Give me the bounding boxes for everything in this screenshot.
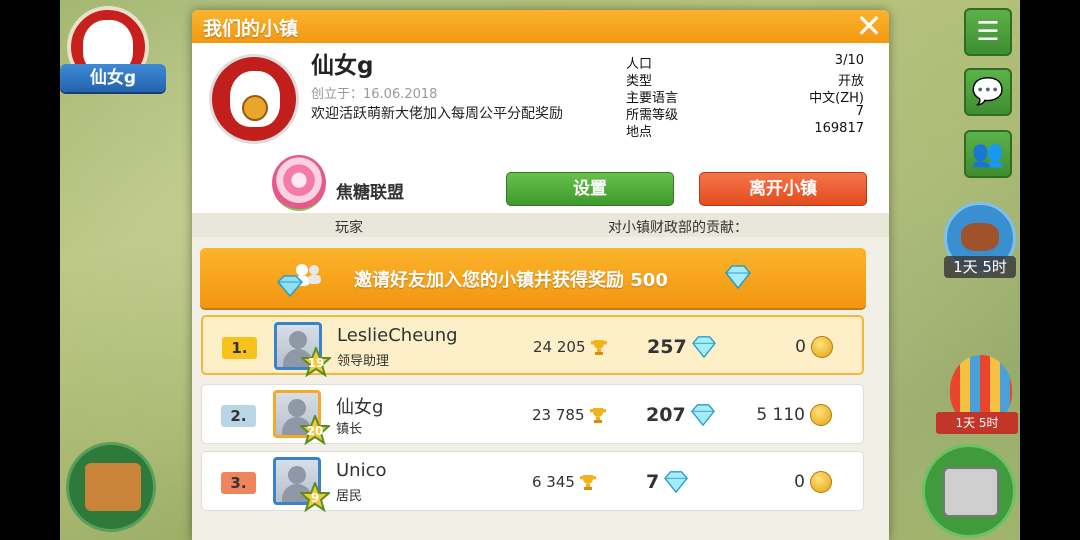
trophy-count: 23 785 (532, 406, 607, 424)
coin-icon (242, 95, 268, 121)
invite-friends-button[interactable]: 邀请好友加入您的小镇并获得奖励 500 (200, 248, 866, 308)
coin-icon (811, 336, 833, 358)
leave-town-button[interactable]: 离开小镇 (699, 172, 867, 206)
coin-contribution: 0 (732, 471, 832, 493)
member-row[interactable]: 3. 9 Unico 居民 6 345 7 0 (201, 451, 864, 512)
trophy-value: 24 205 (533, 338, 586, 356)
town-name: 仙女g (311, 53, 374, 79)
level-star-icon: 19 (301, 347, 331, 377)
stat-required-level: 所需等级 7 (626, 104, 864, 123)
town-description: 欢迎活跃萌新大佬加入每周公平分配奖励 (311, 106, 563, 122)
level-value: 9 (310, 491, 320, 505)
alliance-name[interactable]: 焦糖联盟 (336, 178, 404, 203)
town-info: 仙女g 创立于：16.06.2018 欢迎活跃萌新大佬加入每周公平分配奖励 人口… (192, 43, 889, 213)
invite-text: 邀请好友加入您的小镇并获得奖励 500 (354, 270, 668, 291)
stat-value: 3/10 (834, 53, 864, 68)
gem-value: 207 (646, 404, 686, 426)
gem-contribution: 207 (646, 403, 716, 427)
stat-value: 7 (855, 104, 864, 119)
trophy-value: 6 345 (532, 473, 575, 491)
diamond-icon (664, 471, 689, 494)
menu-list-icon: ☰ (976, 17, 1000, 47)
coin-value: 0 (794, 472, 805, 492)
rank-badge: 2. (221, 405, 256, 427)
founded-date: 创立于：16.06.2018 (311, 87, 438, 102)
gem-value: 257 (647, 336, 687, 358)
gem-value: 7 (646, 471, 660, 493)
menu-button[interactable]: ☰ (964, 8, 1012, 56)
town-panel: 我们的小镇 ✕ 仙女g 创立于：16.06.2018 欢迎活跃萌新大佬加入每周公… (192, 10, 889, 540)
house-icon (85, 463, 141, 511)
friends-diamond-icon (276, 264, 321, 298)
stat-population: 人口 3/10 (626, 53, 864, 72)
diamond-icon (725, 265, 751, 290)
lollipop-icon (272, 155, 326, 211)
stat-label: 地点 (626, 125, 653, 140)
settings-button[interactable]: 设置 (506, 172, 674, 206)
member-name: 仙女g (336, 397, 384, 418)
player-name-label: 仙女g (60, 64, 166, 92)
level-star-icon: 20 (300, 415, 330, 445)
coin-value: 0 (795, 337, 806, 357)
coin-contribution: 5 110 (732, 404, 832, 426)
rank-badge: 3. (221, 472, 256, 494)
column-contribution: 对小镇财政部的贡献： (608, 220, 748, 236)
bread-icon (961, 223, 999, 251)
stat-language: 主要语言 中文(ZH) (626, 87, 864, 106)
gem-contribution: 257 (647, 335, 717, 359)
friends-diamond-icon: 👥 (971, 139, 1005, 169)
coin-value: 5 110 (756, 405, 805, 425)
diamond-icon (691, 336, 716, 359)
coin-icon (810, 404, 832, 426)
trophy-icon (579, 475, 596, 490)
member-role: 领导助理 (337, 354, 390, 369)
member-name: Unico (336, 460, 387, 481)
member-role: 镇长 (336, 422, 363, 437)
timer-label: 1天 5时 (944, 256, 1016, 278)
level-star-icon: 9 (300, 482, 330, 512)
cash-register-icon (943, 467, 999, 517)
house-button[interactable] (66, 442, 156, 532)
diamond-icon (690, 404, 715, 427)
coin-contribution: 0 (733, 336, 833, 358)
trophy-count: 24 205 (533, 338, 608, 356)
trophy-icon (589, 408, 606, 423)
member-row[interactable]: 1. 19 LeslieCheung 领导助理 24 205 257 0 (201, 315, 864, 377)
member-name: LeslieCheung (337, 325, 458, 346)
rank-badge: 1. (222, 337, 257, 359)
member-row[interactable]: 2. 20 仙女g 镇长 23 785 207 5 110 (201, 384, 864, 445)
level-value: 20 (306, 424, 324, 438)
gem-contribution: 7 (646, 470, 689, 494)
stat-value: 169817 (814, 121, 864, 136)
level-value: 19 (307, 356, 325, 370)
column-headers: 玩家 对小镇财政部的贡献： (192, 213, 889, 237)
chat-button[interactable]: 💬 (964, 68, 1012, 116)
stat-location: 地点 169817 (626, 121, 864, 140)
trophy-value: 23 785 (532, 406, 585, 424)
member-role: 居民 (336, 489, 363, 504)
coin-icon (810, 471, 832, 493)
town-emblem (209, 54, 299, 144)
trophy-count: 6 345 (532, 473, 597, 491)
stat-type: 类型 开放 (626, 70, 864, 89)
friends-button[interactable]: 👥 (964, 130, 1012, 178)
close-button[interactable]: ✕ (855, 10, 883, 42)
balloon-timer-label: 1天 5时 (936, 412, 1018, 434)
panel-title: 我们的小镇 (203, 18, 299, 40)
panel-header: 我们的小镇 ✕ (192, 10, 889, 43)
chat-icon: 💬 (971, 77, 1005, 107)
trophy-icon (590, 340, 607, 355)
close-icon: ✕ (855, 10, 883, 45)
column-player: 玩家 (335, 220, 363, 236)
cash-register-button[interactable] (922, 444, 1016, 538)
